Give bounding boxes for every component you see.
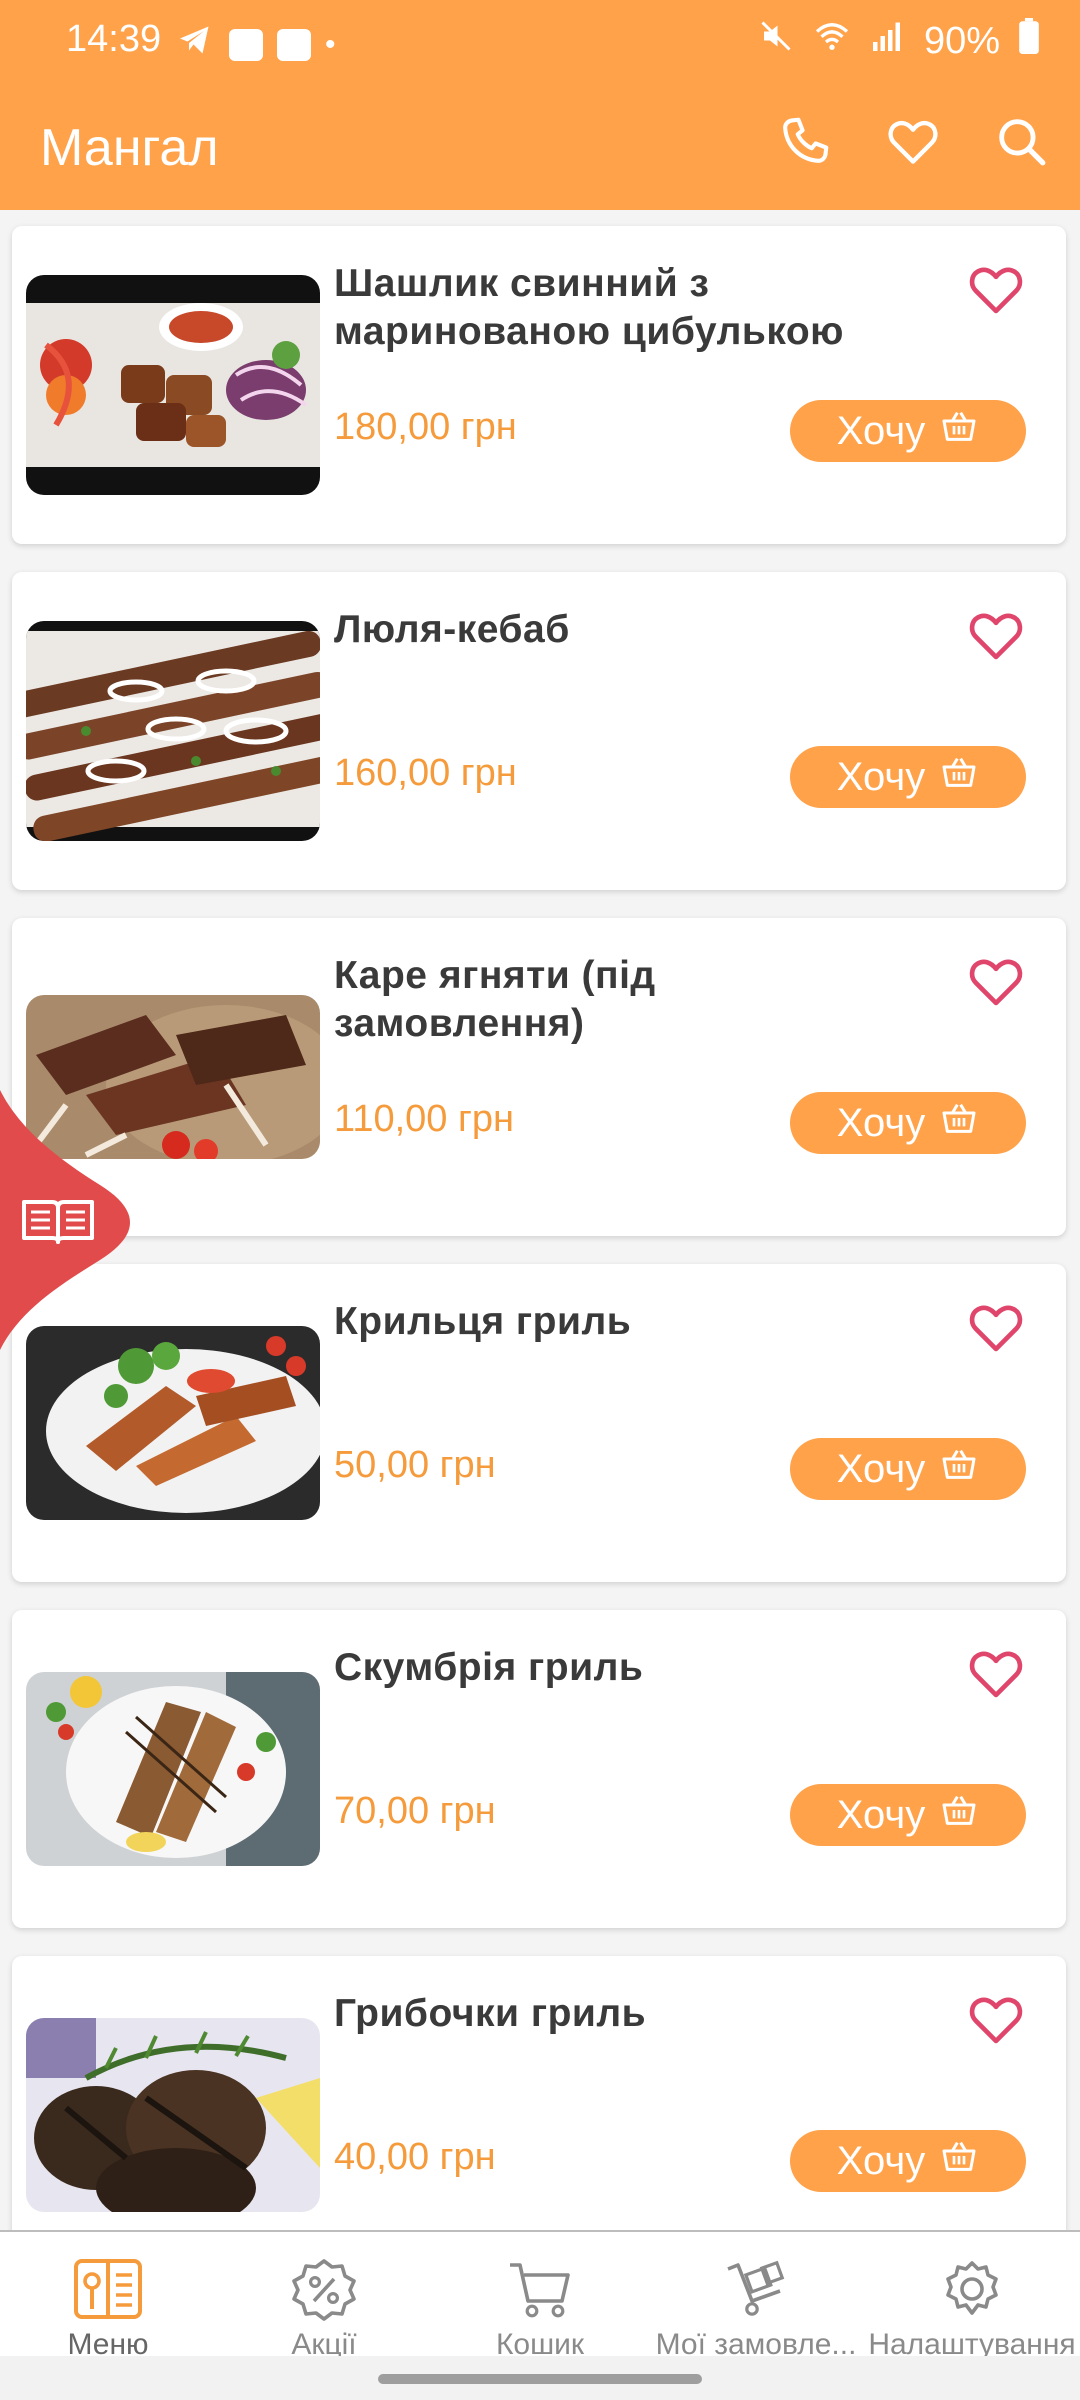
product-title: Люля-кебаб (334, 608, 570, 651)
favorite-heart-icon[interactable] (962, 1296, 1030, 1358)
favorites-heart-icon[interactable] (884, 112, 942, 170)
buy-label: Хочу (836, 1100, 926, 1145)
status-bar: 14:39 • 90% (0, 0, 1080, 80)
side-menu-tab[interactable] (0, 1090, 140, 1350)
add-to-cart-button[interactable]: Хочу (790, 2130, 1026, 2192)
page-title: Мангал (40, 119, 219, 177)
product-image (26, 1672, 320, 1866)
product-card[interactable]: Люля-кебаб 160,00 грн Хочу (12, 572, 1066, 890)
product-price: 50,00 грн (334, 1444, 496, 1486)
signal-icon (870, 18, 906, 64)
square-notification-icon (277, 29, 311, 61)
product-image (26, 275, 320, 495)
product-card[interactable]: Крильця гриль 50,00 грн Хочу (12, 1264, 1066, 1582)
basket-icon (939, 752, 979, 802)
product-price: 160,00 грн (334, 752, 517, 794)
phone-icon[interactable] (776, 112, 834, 170)
dot-icon: • (325, 28, 336, 61)
nav-settings[interactable]: Налаштування (864, 2232, 1080, 2361)
telegram-icon (175, 22, 215, 68)
buy-label: Хочу (836, 2138, 926, 2183)
status-right: 90% (758, 18, 1040, 64)
buy-label: Хочу (836, 408, 926, 453)
mute-icon (758, 18, 794, 64)
product-price: 70,00 грн (334, 1790, 496, 1832)
nav-my-orders[interactable]: Мої замовле... (648, 2232, 864, 2361)
nav-promotions[interactable]: Акції (216, 2232, 432, 2361)
app-notification-icon (229, 29, 263, 61)
product-price: 110,00 грн (334, 1098, 514, 1140)
menu-book-icon (74, 2259, 142, 2319)
buy-label: Хочу (836, 1446, 926, 1491)
bottom-navigation: Меню Акції Кошик Мої замовле... Налаштув… (0, 2230, 1080, 2361)
product-title: Крильця гриль (334, 1300, 632, 1343)
buy-label: Хочу (836, 754, 926, 799)
basket-icon (939, 1444, 979, 1494)
nav-menu[interactable]: Меню (0, 2232, 216, 2361)
product-image (26, 621, 320, 841)
product-title: Скумбрія гриль (334, 1646, 644, 1689)
app-header: 14:39 • 90% Мангал (0, 0, 1080, 210)
product-card[interactable]: Грибочки гриль 40,00 грн Хочу (12, 1956, 1066, 2274)
add-to-cart-button[interactable]: Хочу (790, 1438, 1026, 1500)
favorite-heart-icon[interactable] (962, 258, 1030, 320)
product-image (26, 2018, 320, 2212)
add-to-cart-button[interactable]: Хочу (790, 1784, 1026, 1846)
product-card[interactable]: Шашлик свинний з маринованою цибулькою 1… (12, 226, 1066, 544)
cart-icon (510, 2263, 570, 2318)
favorite-heart-icon[interactable] (962, 950, 1030, 1012)
product-price: 40,00 грн (334, 2136, 496, 2178)
search-icon[interactable] (992, 112, 1050, 170)
home-indicator[interactable] (378, 2374, 702, 2384)
basket-icon (939, 1790, 979, 1840)
buy-label: Хочу (836, 1792, 926, 1837)
nav-cart[interactable]: Кошик (432, 2232, 648, 2361)
basket-icon (939, 406, 979, 456)
favorite-heart-icon[interactable] (962, 1988, 1030, 2050)
product-image (26, 1326, 320, 1520)
appbar-actions (776, 112, 1050, 170)
product-price: 180,00 грн (334, 406, 517, 448)
add-to-cart-button[interactable]: Хочу (790, 746, 1026, 808)
battery-text: 90% (923, 19, 1000, 62)
product-title: Каре ягняти (під замовлення) (334, 954, 656, 1045)
basket-icon (939, 1098, 979, 1148)
status-time: 14:39 (66, 18, 162, 60)
discount-icon (292, 2259, 356, 2321)
orders-cart-icon (727, 2260, 785, 2316)
product-card[interactable]: Каре ягняти (під замовлення) 110,00 грн … (12, 918, 1066, 1236)
product-card[interactable]: Скумбрія гриль 70,00 грн Хочу (12, 1610, 1066, 1928)
basket-icon (939, 2136, 979, 2186)
wifi-icon (812, 18, 852, 64)
notification-icons: • (175, 22, 336, 68)
add-to-cart-button[interactable]: Хочу (790, 400, 1026, 462)
favorite-heart-icon[interactable] (962, 1642, 1030, 1704)
favorite-heart-icon[interactable] (962, 604, 1030, 666)
gear-icon (946, 2261, 998, 2315)
product-title: Шашлик свинний з маринованою цибулькою (334, 262, 844, 353)
product-title: Грибочки гриль (334, 1992, 647, 2035)
add-to-cart-button[interactable]: Хочу (790, 1092, 1026, 1154)
battery-icon (1018, 18, 1040, 64)
